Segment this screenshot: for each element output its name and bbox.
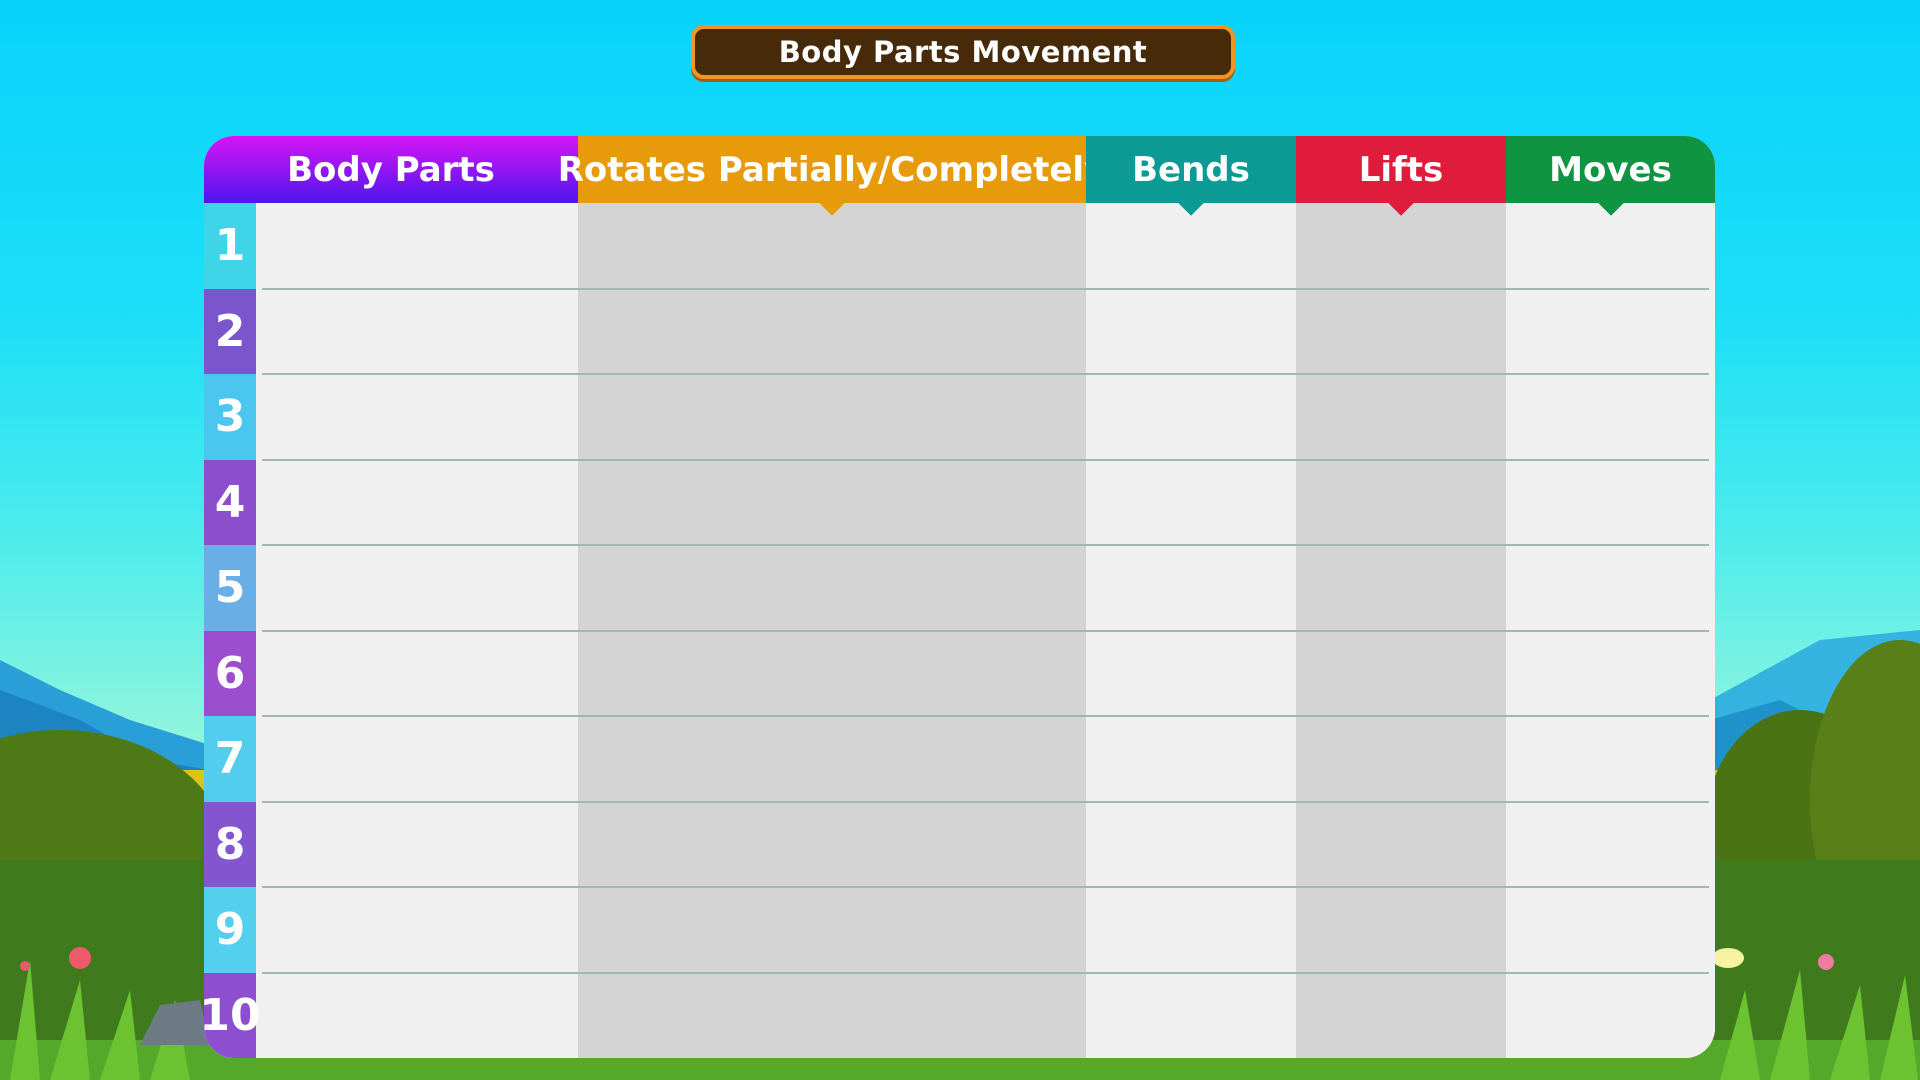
lifts-cell[interactable] bbox=[1296, 203, 1506, 289]
header-label: Rotates Partially/Completely bbox=[557, 149, 1107, 190]
header-label: Moves bbox=[1549, 149, 1672, 190]
lifts-cell[interactable] bbox=[1296, 289, 1506, 375]
lifts-cell[interactable] bbox=[1296, 545, 1506, 631]
rotates-cell[interactable] bbox=[578, 545, 1086, 631]
row-number-label: 8 bbox=[214, 818, 246, 870]
row-number-label: 1 bbox=[214, 220, 246, 272]
flower-pink bbox=[69, 947, 91, 969]
moves-cell[interactable] bbox=[1506, 631, 1715, 717]
lifts-cell[interactable] bbox=[1296, 887, 1506, 973]
rotates-cell[interactable] bbox=[578, 631, 1086, 717]
header-body-parts: Body Parts bbox=[204, 136, 578, 203]
lifts-cell[interactable] bbox=[1296, 973, 1506, 1059]
rotates-cell[interactable] bbox=[578, 716, 1086, 802]
moves-cell[interactable] bbox=[1506, 374, 1715, 460]
row-number: 2 bbox=[204, 288, 256, 374]
row-number: 6 bbox=[204, 630, 256, 716]
title-banner: Body Parts Movement bbox=[691, 25, 1235, 79]
header-label: Body Parts bbox=[287, 149, 495, 190]
moves-cell[interactable] bbox=[1506, 973, 1715, 1059]
bends-cell[interactable] bbox=[1086, 631, 1296, 717]
bends-cell[interactable] bbox=[1086, 973, 1296, 1059]
body-part-cell[interactable] bbox=[262, 289, 578, 375]
header-label: Bends bbox=[1132, 149, 1250, 190]
lifts-cell[interactable] bbox=[1296, 374, 1506, 460]
moves-cell[interactable] bbox=[1506, 887, 1715, 973]
rotates-cell[interactable] bbox=[578, 374, 1086, 460]
row-number: 7 bbox=[204, 716, 256, 802]
moves-cell[interactable] bbox=[1506, 460, 1715, 546]
rotates-cell[interactable] bbox=[578, 203, 1086, 289]
rotates-cell[interactable] bbox=[578, 802, 1086, 888]
header-lifts: Lifts bbox=[1296, 136, 1506, 216]
bends-cell[interactable] bbox=[1086, 374, 1296, 460]
body-part-cell[interactable] bbox=[262, 374, 578, 460]
moves-cell[interactable] bbox=[1506, 716, 1715, 802]
bends-cell[interactable] bbox=[1086, 802, 1296, 888]
rotates-cell[interactable] bbox=[578, 460, 1086, 546]
bends-cell[interactable] bbox=[1086, 716, 1296, 802]
body-part-cell[interactable] bbox=[262, 973, 578, 1059]
moves-cell[interactable] bbox=[1506, 545, 1715, 631]
row-number-label: 4 bbox=[214, 476, 246, 528]
row-number: 8 bbox=[204, 801, 256, 887]
rotates-cell[interactable] bbox=[578, 887, 1086, 973]
row-number-label: 5 bbox=[214, 562, 246, 614]
flower-small bbox=[20, 961, 30, 971]
rotates-cell[interactable] bbox=[578, 973, 1086, 1059]
bends-cell[interactable] bbox=[1086, 887, 1296, 973]
row-number-label: 2 bbox=[214, 305, 246, 357]
movement-table: Body Parts Rotates Partially/Completely … bbox=[204, 136, 1715, 1058]
moves-cell[interactable] bbox=[1506, 802, 1715, 888]
lifts-cell[interactable] bbox=[1296, 631, 1506, 717]
page-title: Body Parts Movement bbox=[778, 35, 1148, 69]
body-part-cell[interactable] bbox=[262, 887, 578, 973]
row-number-label: 6 bbox=[214, 647, 246, 699]
row-number: 4 bbox=[204, 459, 256, 545]
row-number: 3 bbox=[204, 374, 256, 460]
row-number-label: 3 bbox=[214, 391, 246, 443]
row-number-label: 10 bbox=[204, 989, 261, 1041]
bends-cell[interactable] bbox=[1086, 460, 1296, 546]
header-bends: Bends bbox=[1086, 136, 1296, 216]
row-number: 5 bbox=[204, 545, 256, 631]
body-part-cell[interactable] bbox=[262, 716, 578, 802]
header-moves: Moves bbox=[1506, 136, 1715, 216]
bends-cell[interactable] bbox=[1086, 545, 1296, 631]
header-rotates: Rotates Partially/Completely bbox=[558, 136, 1106, 216]
body-part-cell[interactable] bbox=[262, 545, 578, 631]
flower-yellow bbox=[1712, 948, 1744, 968]
rotates-cell[interactable] bbox=[578, 289, 1086, 375]
moves-cell[interactable] bbox=[1506, 289, 1715, 375]
body-part-cell[interactable] bbox=[262, 460, 578, 546]
header-label: Lifts bbox=[1358, 149, 1444, 190]
row-number: 1 bbox=[204, 203, 256, 289]
bends-cell[interactable] bbox=[1086, 289, 1296, 375]
row-number-label: 9 bbox=[214, 904, 246, 956]
flower-right bbox=[1818, 954, 1834, 970]
lifts-cell[interactable] bbox=[1296, 716, 1506, 802]
bends-cell[interactable] bbox=[1086, 203, 1296, 289]
lifts-cell[interactable] bbox=[1296, 460, 1506, 546]
lifts-cell[interactable] bbox=[1296, 802, 1506, 888]
row-number-label: 7 bbox=[214, 733, 246, 785]
row-number: 10 bbox=[204, 972, 261, 1058]
body-part-cell[interactable] bbox=[262, 631, 578, 717]
body-part-cell[interactable] bbox=[262, 802, 578, 888]
body-part-cell[interactable] bbox=[262, 203, 578, 289]
row-number: 9 bbox=[204, 887, 256, 973]
